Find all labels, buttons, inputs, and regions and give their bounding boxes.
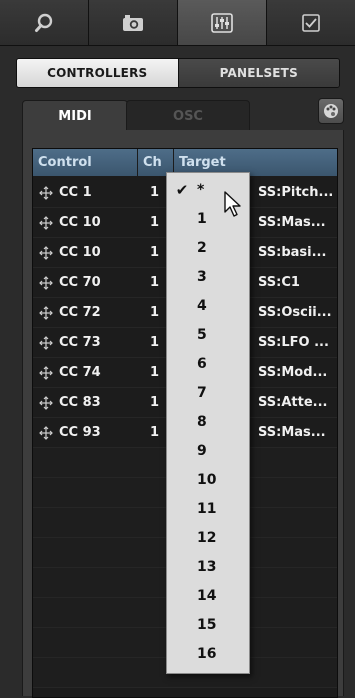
control-cell: CC 83 xyxy=(33,388,138,417)
control-cell: CC 72 xyxy=(33,298,138,327)
move-arrows-icon[interactable] xyxy=(39,275,53,290)
control-label: CC 72 xyxy=(59,305,101,320)
control-label: CC 74 xyxy=(59,365,101,380)
tab-osc[interactable]: OSC xyxy=(126,100,250,131)
tab-search[interactable] xyxy=(0,0,89,45)
channel-option[interactable]: 16 xyxy=(167,641,249,667)
mixer-sliders-icon xyxy=(211,12,233,33)
control-label: CC 73 xyxy=(59,335,101,350)
channel-option[interactable]: 8 xyxy=(167,409,249,435)
tab-midi[interactable]: MIDI xyxy=(22,100,128,131)
control-cell: CC 70 xyxy=(33,268,138,297)
palette-button[interactable] xyxy=(318,98,344,124)
channel-option[interactable]: 4 xyxy=(167,293,249,319)
search-icon xyxy=(35,13,53,32)
controllers-button[interactable]: CONTROLLERS xyxy=(17,59,178,87)
control-cell: CC 1 xyxy=(33,178,138,207)
tab-checklist[interactable] xyxy=(267,0,355,45)
top-tab-bar xyxy=(0,0,355,46)
control-label: CC 70 xyxy=(59,275,101,290)
move-arrows-icon[interactable] xyxy=(39,425,53,440)
panelsets-button[interactable]: PANELSETS xyxy=(177,59,339,87)
camera-icon xyxy=(123,14,143,31)
control-label: CC 1 xyxy=(59,185,92,200)
checkbox-icon xyxy=(302,13,320,32)
channel-option[interactable]: 7 xyxy=(167,380,249,406)
channel-option[interactable]: 9 xyxy=(167,438,249,464)
channel-option[interactable]: 10 xyxy=(167,467,249,493)
channel-dropdown-menu: ✔ * 1 2 3 4 5 6 7 8 9 10 11 12 13 14 15 1… xyxy=(166,172,250,674)
move-arrows-icon[interactable] xyxy=(39,305,53,320)
controllers-panelsets-switch: CONTROLLERS PANELSETS xyxy=(16,58,340,88)
move-arrows-icon[interactable] xyxy=(39,245,53,260)
move-arrows-icon[interactable] xyxy=(39,185,53,200)
control-label: CC 10 xyxy=(59,215,101,230)
control-cell: CC 73 xyxy=(33,328,138,357)
channel-option[interactable]: 15 xyxy=(167,612,249,638)
palette-icon xyxy=(324,104,338,118)
channel-option[interactable]: 13 xyxy=(167,554,249,580)
channel-option[interactable]: 2 xyxy=(167,235,249,261)
move-arrows-icon[interactable] xyxy=(39,365,53,380)
channel-option[interactable]: 3 xyxy=(167,264,249,290)
channel-option[interactable]: 12 xyxy=(167,525,249,551)
control-cell: CC 10 xyxy=(33,208,138,237)
channel-option[interactable]: 6 xyxy=(167,351,249,377)
tab-snapshots[interactable] xyxy=(89,0,178,45)
control-cell: CC 10 xyxy=(33,238,138,267)
move-arrows-icon[interactable] xyxy=(39,335,53,350)
control-cell: CC 74 xyxy=(33,358,138,387)
move-arrows-icon[interactable] xyxy=(39,215,53,230)
tab-controllers[interactable] xyxy=(178,0,267,45)
channel-option[interactable]: 11 xyxy=(167,496,249,522)
control-cell: CC 93 xyxy=(33,418,138,447)
channel-option[interactable]: 5 xyxy=(167,322,249,348)
move-arrows-icon[interactable] xyxy=(39,395,53,410)
mouse-cursor-icon xyxy=(224,191,241,217)
checkmark-icon: ✔ xyxy=(175,181,189,199)
channel-option[interactable]: 14 xyxy=(167,583,249,609)
column-header-control[interactable]: Control xyxy=(33,149,138,176)
control-label: CC 10 xyxy=(59,245,101,260)
control-label: CC 83 xyxy=(59,395,101,410)
control-label: CC 93 xyxy=(59,425,101,440)
